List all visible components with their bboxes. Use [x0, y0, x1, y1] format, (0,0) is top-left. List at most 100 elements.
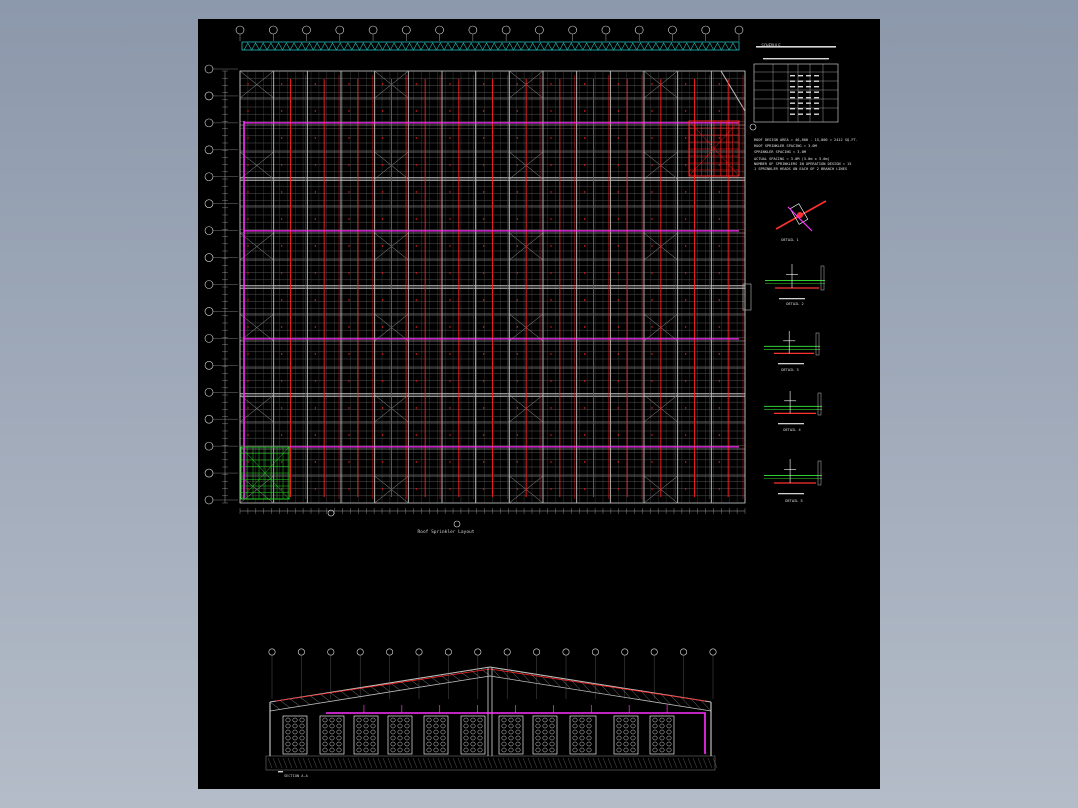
- sprinkler-head: [348, 245, 350, 247]
- stored-roll: [477, 741, 483, 747]
- sprinkler-head: [516, 326, 519, 328]
- header-truss: [713, 42, 722, 51]
- sprinkler-head: [516, 272, 519, 274]
- sprinkler-head: [550, 353, 552, 355]
- ground-hatch: [287, 757, 293, 769]
- section-grid-bubble: [591, 648, 599, 656]
- sprinkler-head: [550, 326, 552, 328]
- truss-web: [289, 698, 301, 707]
- sprinkler-head: [348, 137, 350, 139]
- table-cell-text: [814, 102, 819, 104]
- stored-roll: [630, 741, 636, 747]
- stored-roll: [666, 729, 672, 735]
- detail-label-text: [779, 298, 805, 300]
- sprinkler-head: [482, 299, 485, 301]
- header-truss: [505, 42, 514, 51]
- ground-hatch: [412, 757, 418, 769]
- ground-hatch: [507, 757, 513, 769]
- section-grid-bubble: [474, 648, 482, 656]
- ground-hatch: [322, 757, 328, 769]
- ground-hatch: [602, 757, 608, 769]
- header-truss: [451, 42, 460, 51]
- header-truss: [359, 42, 368, 51]
- stored-roll: [426, 735, 432, 741]
- sprinkler-head: [415, 164, 418, 166]
- stored-roll: [586, 741, 592, 747]
- grid-bubble: [468, 25, 478, 35]
- sprinkler-head: [381, 407, 384, 409]
- header-truss: [351, 42, 360, 51]
- header-truss: [590, 42, 599, 51]
- stored-roll: [652, 717, 658, 723]
- sprinkler-head: [381, 326, 384, 328]
- sprinkler-head: [718, 110, 721, 112]
- detail-label-text: [778, 493, 804, 495]
- table-cell-text: [814, 91, 819, 93]
- header-truss: [497, 42, 507, 51]
- sprinkler-head: [449, 137, 451, 139]
- stored-roll: [370, 747, 376, 753]
- sprinkler-head: [516, 353, 519, 355]
- stored-roll: [535, 735, 541, 741]
- stored-roll: [508, 717, 514, 723]
- stored-roll: [285, 741, 291, 747]
- table-cell-text: [790, 97, 795, 99]
- stored-roll: [356, 729, 362, 735]
- sprinkler-head: [651, 164, 653, 166]
- stored-roll: [652, 735, 658, 741]
- sprinkler-head: [583, 110, 586, 112]
- header-truss: [482, 42, 491, 51]
- stored-roll: [285, 723, 291, 729]
- sprinkler-head: [718, 272, 721, 274]
- sprinkler-head: [348, 407, 350, 409]
- ground-hatch: [357, 757, 363, 769]
- sprinkler-head: [684, 461, 687, 463]
- stored-roll: [463, 747, 469, 753]
- sprinkler-head: [516, 110, 519, 112]
- sprinkler-head: [583, 83, 586, 85]
- stored-roll: [501, 723, 507, 729]
- stored-roll: [426, 747, 432, 753]
- stored-roll: [440, 747, 446, 753]
- ground-hatch: [707, 757, 713, 769]
- table-cell-text: [814, 97, 819, 99]
- sprinkler-head: [684, 164, 687, 166]
- ground-hatch: [642, 757, 648, 769]
- stored-roll: [336, 735, 342, 741]
- stored-roll: [322, 747, 328, 753]
- stored-roll: [572, 723, 578, 729]
- sprinkler-head: [617, 137, 620, 139]
- stored-roll: [336, 729, 342, 735]
- sprinkler-head: [550, 110, 552, 112]
- schedule-table: [753, 46, 839, 123]
- sprinkler-head: [381, 191, 384, 193]
- sprinkler-head: [449, 353, 451, 355]
- header-truss: [559, 42, 568, 51]
- header-truss: [289, 42, 299, 51]
- stored-roll: [299, 741, 305, 747]
- grid-bubble: [268, 25, 278, 35]
- grid-bubble: [204, 307, 214, 316]
- stored-roll: [426, 741, 432, 747]
- header-truss: [605, 42, 614, 51]
- stored-roll: [623, 729, 629, 735]
- stored-roll: [508, 735, 514, 741]
- stored-roll: [652, 741, 658, 747]
- ground-hatch: [702, 757, 708, 769]
- table-cell-text: [798, 86, 803, 88]
- stored-roll: [463, 741, 469, 747]
- table-cell-text: [790, 102, 795, 104]
- sprinkler-head: [247, 326, 249, 328]
- table-cell-text: [806, 108, 811, 110]
- stored-roll: [549, 741, 555, 747]
- header-truss: [651, 42, 661, 51]
- ground-hatch: [437, 757, 443, 769]
- grid-bubble: [734, 25, 744, 35]
- stored-roll: [397, 735, 403, 741]
- detail-column: [815, 332, 820, 356]
- sprinkler-head: [550, 164, 552, 166]
- ground-hatch: [522, 757, 528, 769]
- sprinkler-head: [280, 218, 283, 220]
- ground-hatch: [362, 757, 368, 769]
- sprinkler-head: [348, 110, 350, 112]
